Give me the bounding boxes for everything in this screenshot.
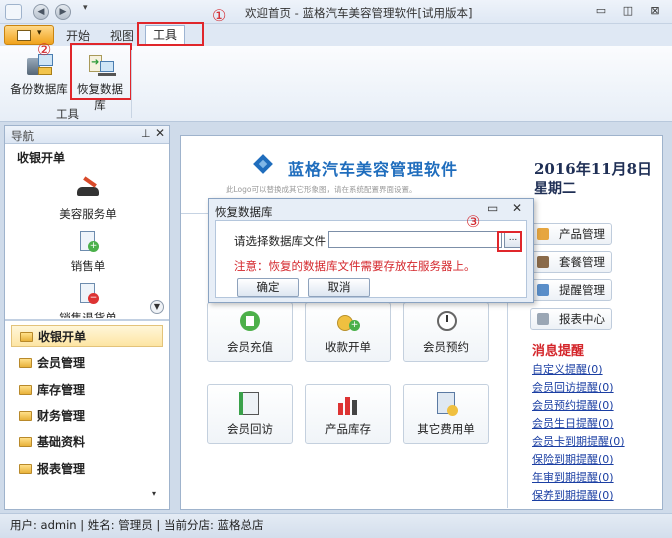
nav-title: 导航 bbox=[11, 129, 34, 143]
member-appointment-button[interactable]: 会员预约 bbox=[403, 302, 489, 362]
dialog-minimize-icon[interactable]: ▭ bbox=[487, 201, 498, 215]
product-management-button[interactable]: 产品管理 bbox=[530, 223, 612, 245]
message-link-insurance[interactable]: 保险到期提醒(0) bbox=[532, 451, 614, 467]
message-link-birthday[interactable]: 会员生日提醒(0) bbox=[532, 415, 614, 431]
nav-dropdown-icon[interactable]: ▾ bbox=[152, 489, 156, 498]
cancel-button[interactable]: 取消 bbox=[308, 278, 370, 297]
restore-icon[interactable]: ◫ bbox=[619, 4, 637, 18]
nav-category-checkout[interactable]: 收银开单 bbox=[11, 325, 163, 347]
database-file-input[interactable] bbox=[328, 231, 502, 248]
scroll-down-icon[interactable]: ▼ bbox=[150, 300, 164, 314]
product-icon bbox=[537, 228, 549, 240]
pin-icon[interactable]: ⊥ bbox=[141, 127, 151, 140]
nav-close-icon[interactable]: ✕ bbox=[155, 126, 165, 140]
database-file-label: 请选择数据库文件： bbox=[234, 234, 338, 248]
reminder-icon bbox=[537, 284, 549, 296]
nav-item-label: 美容服务单 bbox=[59, 207, 117, 221]
document-remove-icon: − bbox=[75, 282, 101, 306]
back-icon[interactable]: ◀ bbox=[33, 4, 49, 20]
folder-icon bbox=[19, 385, 32, 395]
annotation-marker-3: ③ bbox=[466, 212, 481, 231]
coins-icon: + bbox=[334, 309, 362, 335]
nav-section-title: 收银开单 bbox=[17, 151, 66, 165]
ribbon-group-separator bbox=[131, 50, 132, 118]
folder-icon bbox=[19, 464, 32, 474]
current-weekday: 星期二 bbox=[534, 181, 576, 197]
navigation-pane: 导航 ⊥ ✕ 收银开单 美容服务单 + 销售单 − 销售退货单 ▼ 收银开单 会… bbox=[4, 125, 170, 510]
nav-splitter[interactable] bbox=[5, 319, 169, 321]
annotation-marker-2: ② bbox=[37, 40, 52, 59]
folder-icon bbox=[19, 437, 32, 447]
clock-icon bbox=[432, 309, 460, 335]
reminder-management-button[interactable]: 提醒管理 bbox=[530, 279, 612, 301]
status-bar: 用户: admin | 姓名: 管理员 | 当前分店: 蓝格总店 bbox=[0, 513, 672, 538]
product-stock-button[interactable]: 产品库存 bbox=[305, 384, 391, 444]
app-icon[interactable] bbox=[5, 4, 22, 20]
member-followup-button[interactable]: 会员回访 bbox=[207, 384, 293, 444]
annotation-marker-1: ① bbox=[212, 6, 227, 25]
nav-category-finance[interactable]: 财务管理 bbox=[11, 405, 163, 427]
dialog-body: 请选择数据库文件： ... 注意：恢复的数据库文件需要存放在服务器上。 确定 取… bbox=[215, 220, 527, 298]
window-title: 欢迎首页 - 蓝格汽车美容管理软件[试用版本] bbox=[245, 6, 473, 20]
tab-start[interactable]: 开始 bbox=[66, 27, 90, 44]
report-center-button[interactable]: 报表中心 bbox=[530, 308, 612, 330]
bar-chart-icon bbox=[334, 391, 362, 417]
nav-item-sales-order[interactable]: + 销售单 bbox=[43, 230, 133, 274]
welcome-page: 蓝格汽车美容管理软件 此Logo可以替换成其它形象图，请在系统配置界面设置。 2… bbox=[180, 135, 663, 510]
dialog-close-icon[interactable]: ✕ bbox=[512, 201, 522, 215]
phone-icon bbox=[236, 391, 264, 417]
ribbon-group-label: 工具 bbox=[56, 107, 79, 121]
message-link-card-expiry[interactable]: 会员卡到期提醒(0) bbox=[532, 433, 625, 449]
current-date: 2016年11月8日 bbox=[534, 160, 653, 178]
forward-icon[interactable]: ▶ bbox=[55, 4, 71, 20]
annotation-box-tools bbox=[137, 22, 204, 46]
annotation-box-restore bbox=[70, 43, 132, 100]
messages-title: 消息提醒 bbox=[532, 344, 585, 359]
backup-database-label: 备份数据库 bbox=[10, 82, 68, 96]
calculator-icon bbox=[432, 391, 460, 417]
tab-view[interactable]: 视图 bbox=[110, 27, 134, 44]
logo-hint: 此Logo可以替换成其它形象图，请在系统配置界面设置。 bbox=[226, 185, 417, 194]
minimize-icon[interactable]: ▭ bbox=[592, 4, 610, 18]
nav-category-members[interactable]: 会员管理 bbox=[11, 352, 163, 374]
message-link-maintenance[interactable]: 保养到期提醒(0) bbox=[532, 487, 614, 503]
quick-access-dropdown-icon[interactable]: ▾ bbox=[83, 3, 88, 13]
nav-category-basic-data[interactable]: 基础资料 bbox=[11, 431, 163, 453]
nav-category-inventory[interactable]: 库存管理 bbox=[11, 379, 163, 401]
nav-item-label: 销售单 bbox=[70, 259, 106, 273]
restore-database-dialog: 恢复数据库 ▭ ✕ 请选择数据库文件： ... 注意：恢复的数据库文件需要存放在… bbox=[208, 198, 534, 303]
payment-order-button[interactable]: + 收款开单 bbox=[305, 302, 391, 362]
dialog-title: 恢复数据库 bbox=[215, 205, 273, 219]
message-link-followup[interactable]: 会员回访提醒(0) bbox=[532, 379, 614, 395]
close-icon[interactable]: ⊠ bbox=[646, 4, 664, 18]
nav-item-sales-return-order[interactable]: − 销售退货单 bbox=[43, 282, 133, 318]
document-add-icon: + bbox=[75, 230, 101, 254]
folder-icon bbox=[19, 358, 32, 368]
recharge-icon bbox=[236, 309, 264, 335]
logo-icon bbox=[253, 154, 273, 174]
folder-icon bbox=[20, 332, 33, 342]
annotation-box-browse bbox=[497, 231, 522, 252]
member-recharge-button[interactable]: 会员充值 bbox=[207, 302, 293, 362]
folder-icon bbox=[19, 411, 32, 421]
package-management-button[interactable]: 套餐管理 bbox=[530, 251, 612, 273]
dialog-note: 注意：恢复的数据库文件需要存放在服务器上。 bbox=[234, 259, 476, 273]
package-icon bbox=[537, 256, 549, 268]
nav-category-reports[interactable]: 报表管理 bbox=[11, 458, 163, 480]
nav-item-beauty-service-order[interactable]: 美容服务单 bbox=[43, 176, 133, 222]
other-expense-button[interactable]: 其它费用单 bbox=[403, 384, 489, 444]
message-link-custom[interactable]: 自定义提醒(0) bbox=[532, 361, 603, 377]
report-icon bbox=[537, 313, 549, 325]
message-link-appointment[interactable]: 会员预约提醒(0) bbox=[532, 397, 614, 413]
message-link-annual-review[interactable]: 年审到期提醒(0) bbox=[532, 469, 614, 485]
ok-button[interactable]: 确定 bbox=[237, 278, 299, 297]
logo-text: 蓝格汽车美容管理软件 bbox=[288, 160, 459, 179]
car-wrench-icon bbox=[75, 176, 101, 202]
nav-item-label: 销售退货单 bbox=[59, 311, 117, 318]
